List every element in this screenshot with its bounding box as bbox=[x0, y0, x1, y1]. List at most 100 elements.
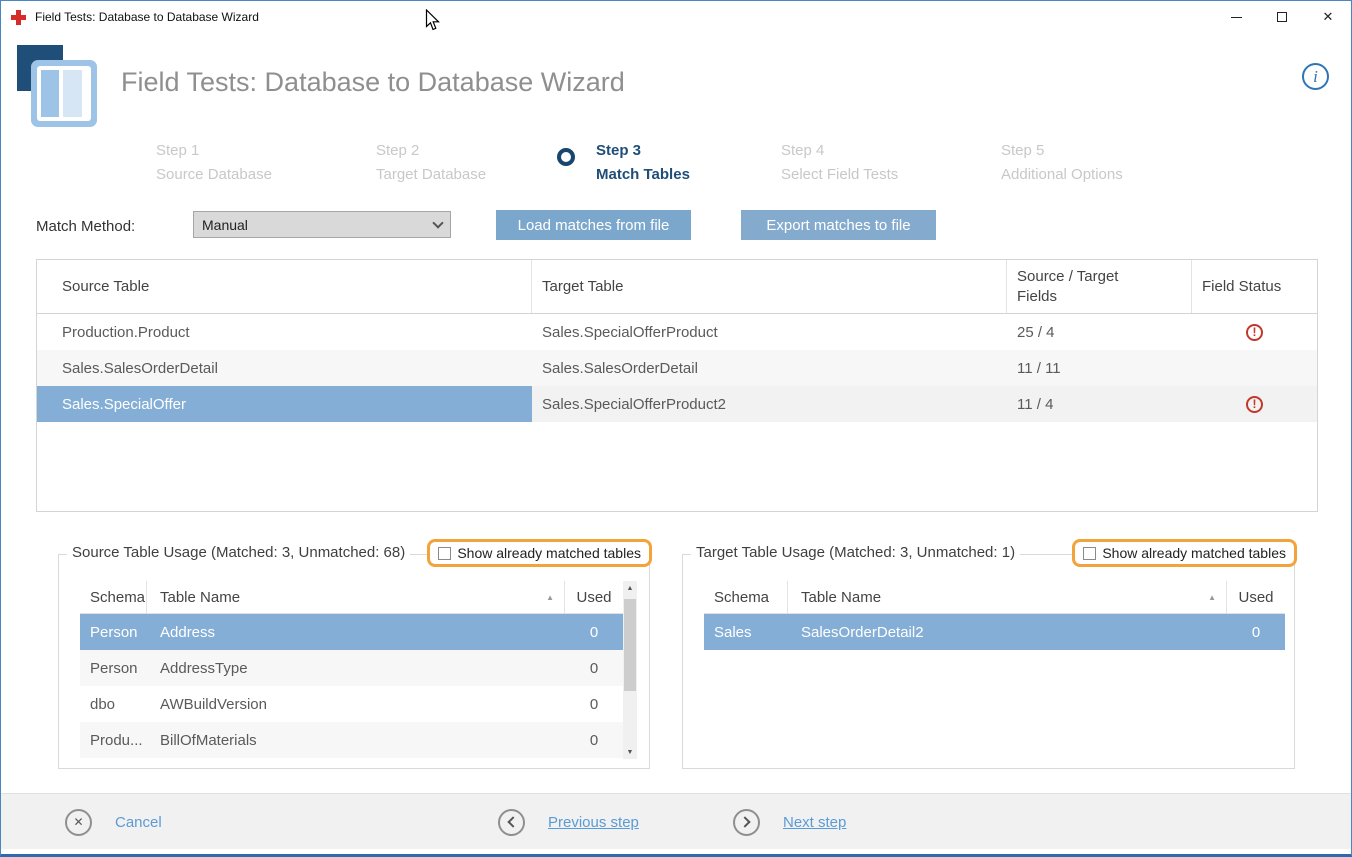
app-logo bbox=[17, 45, 97, 127]
table-row[interactable]: Production.Product Sales.SpecialOfferPro… bbox=[37, 314, 1317, 350]
app-icon bbox=[11, 10, 26, 25]
load-matches-button[interactable]: Load matches from file bbox=[496, 210, 691, 240]
fields-count-cell: 11 / 4 bbox=[1007, 386, 1192, 422]
target-table-cell[interactable]: Sales.SpecialOfferProduct2 bbox=[532, 386, 1007, 422]
used-cell: 0 bbox=[565, 614, 623, 650]
source-table-cell[interactable]: Sales.SalesOrderDetail bbox=[37, 350, 532, 386]
column-header-target-table[interactable]: Target Table bbox=[532, 260, 1007, 313]
step-3-match-tables[interactable]: Step 3 Match Tables bbox=[596, 139, 690, 187]
column-header-table-name[interactable]: Table Name ▲ bbox=[147, 581, 565, 613]
target-show-matched-checkbox-group[interactable]: Show already matched tables bbox=[1072, 539, 1297, 567]
checkbox[interactable] bbox=[1083, 547, 1096, 560]
table-row[interactable]: Sales.SalesOrderDetail Sales.SalesOrderD… bbox=[37, 350, 1317, 386]
step-number: Step 1 bbox=[156, 139, 272, 163]
used-cell: 0 bbox=[565, 650, 623, 686]
usage-table-header: Schema Table Name ▲ Used bbox=[704, 581, 1285, 614]
step-1-source-database[interactable]: Step 1 Source Database bbox=[156, 139, 272, 187]
info-icon[interactable]: i bbox=[1302, 63, 1329, 90]
field-status-cell: ! bbox=[1192, 314, 1317, 350]
step-label: Match Tables bbox=[596, 163, 690, 187]
checkbox[interactable] bbox=[438, 547, 451, 560]
table-name-cell: AddressType bbox=[147, 650, 565, 686]
schema-cell: Person bbox=[80, 614, 147, 650]
target-table-cell[interactable]: Sales.SalesOrderDetail bbox=[532, 350, 1007, 386]
step-4-select-field-tests[interactable]: Step 4 Select Field Tests bbox=[781, 139, 898, 187]
step-2-target-database[interactable]: Step 2 Target Database bbox=[376, 139, 486, 187]
close-button[interactable]: ✕ bbox=[1305, 1, 1351, 33]
step-number: Step 5 bbox=[1001, 139, 1123, 163]
source-show-matched-checkbox-group[interactable]: Show already matched tables bbox=[427, 539, 652, 567]
column-header-schema[interactable]: Schema bbox=[704, 581, 788, 613]
cancel-button[interactable]: ✕ Cancel bbox=[65, 794, 162, 850]
cancel-circle-icon: ✕ bbox=[65, 809, 92, 836]
field-status-cell: ! bbox=[1192, 386, 1317, 422]
list-item-selected[interactable]: Person Address 0 bbox=[80, 614, 623, 650]
sort-ascending-icon[interactable]: ▲ bbox=[1208, 593, 1216, 602]
minimize-button[interactable] bbox=[1213, 1, 1259, 33]
column-header-used[interactable]: Used bbox=[565, 581, 623, 613]
schema-cell: Person bbox=[80, 650, 147, 686]
usage-table-header: Schema Table Name ▲ Used bbox=[80, 581, 623, 614]
chevron-right-icon bbox=[739, 816, 750, 827]
source-table-cell-selected[interactable]: Sales.SpecialOffer bbox=[37, 386, 532, 422]
column-header-source-target-fields[interactable]: Source / Target Fields bbox=[1007, 260, 1192, 313]
error-status-icon: ! bbox=[1246, 324, 1263, 341]
sort-ascending-icon[interactable]: ▲ bbox=[546, 593, 554, 602]
previous-step-label[interactable]: Previous step bbox=[548, 814, 639, 831]
mouse-cursor bbox=[425, 9, 440, 37]
target-usage-table: Schema Table Name ▲ Used Sales SalesOrde… bbox=[704, 581, 1285, 650]
source-usage-title: Source Table Usage (Matched: 3, Unmatche… bbox=[67, 544, 410, 561]
next-step-button[interactable]: Next step bbox=[733, 794, 846, 850]
title-bar: Field Tests: Database to Database Wizard… bbox=[1, 1, 1351, 33]
app-window: Field Tests: Database to Database Wizard… bbox=[0, 0, 1352, 857]
table-name-cell: SalesOrderDetail2 bbox=[788, 614, 1227, 650]
list-item[interactable]: dbo AWBuildVersion 0 bbox=[80, 686, 623, 722]
column-header-field-status[interactable]: Field Status bbox=[1192, 260, 1317, 313]
source-usage-groupbox: Source Table Usage (Matched: 3, Unmatche… bbox=[58, 554, 650, 769]
field-status-cell bbox=[1192, 350, 1317, 386]
scroll-up-icon[interactable]: ▲ bbox=[623, 581, 637, 595]
previous-circle-icon bbox=[498, 809, 525, 836]
export-matches-button[interactable]: Export matches to file bbox=[741, 210, 936, 240]
scrollbar-thumb[interactable] bbox=[624, 599, 636, 691]
checkbox-label: Show already matched tables bbox=[1102, 545, 1286, 561]
maximize-icon bbox=[1277, 12, 1287, 22]
table-name-cell: BillOfMaterials bbox=[147, 722, 565, 758]
window-controls: ✕ bbox=[1213, 1, 1351, 33]
column-header-schema[interactable]: Schema bbox=[80, 581, 147, 613]
column-header-source-table[interactable]: Source Table bbox=[37, 260, 532, 313]
step-label: Select Field Tests bbox=[781, 163, 898, 187]
used-cell: 0 bbox=[565, 686, 623, 722]
matches-table-header: Source Table Target Table Source / Targe… bbox=[37, 260, 1317, 314]
table-row-selected[interactable]: Sales.SpecialOffer Sales.SpecialOfferPro… bbox=[37, 386, 1317, 422]
list-item[interactable]: Person AddressType 0 bbox=[80, 650, 623, 686]
fields-count-cell: 11 / 11 bbox=[1007, 350, 1192, 386]
list-item[interactable]: Produ... BillOfMaterials 0 bbox=[80, 722, 623, 758]
table-name-cell: AWBuildVersion bbox=[147, 686, 565, 722]
cancel-label[interactable]: Cancel bbox=[115, 814, 162, 831]
maximize-button[interactable] bbox=[1259, 1, 1305, 33]
minimize-icon bbox=[1231, 17, 1242, 18]
column-header-table-name[interactable]: Table Name ▲ bbox=[788, 581, 1227, 613]
list-item-selected[interactable]: Sales SalesOrderDetail2 0 bbox=[704, 614, 1285, 650]
table-name-cell: Address bbox=[147, 614, 565, 650]
vertical-scrollbar[interactable]: ▲ ▼ bbox=[623, 581, 637, 759]
fields-count-cell: 25 / 4 bbox=[1007, 314, 1192, 350]
active-step-circle-icon bbox=[557, 148, 575, 166]
step-number: Step 4 bbox=[781, 139, 898, 163]
schema-cell: Produ... bbox=[80, 722, 147, 758]
logo-table-icon bbox=[37, 66, 91, 121]
column-header-used[interactable]: Used bbox=[1227, 581, 1285, 613]
next-step-label[interactable]: Next step bbox=[783, 814, 846, 831]
source-table-cell[interactable]: Production.Product bbox=[37, 314, 532, 350]
step-5-additional-options[interactable]: Step 5 Additional Options bbox=[1001, 139, 1123, 187]
scroll-down-icon[interactable]: ▼ bbox=[623, 745, 637, 759]
error-status-icon: ! bbox=[1246, 396, 1263, 413]
window-title: Field Tests: Database to Database Wizard bbox=[35, 10, 259, 24]
target-table-cell[interactable]: Sales.SpecialOfferProduct bbox=[532, 314, 1007, 350]
previous-step-button[interactable]: Previous step bbox=[498, 794, 639, 850]
step-number: Step 2 bbox=[376, 139, 486, 163]
match-method-dropdown[interactable]: Manual bbox=[193, 211, 451, 238]
next-circle-icon bbox=[733, 809, 760, 836]
scrollbar-track[interactable] bbox=[623, 595, 637, 745]
